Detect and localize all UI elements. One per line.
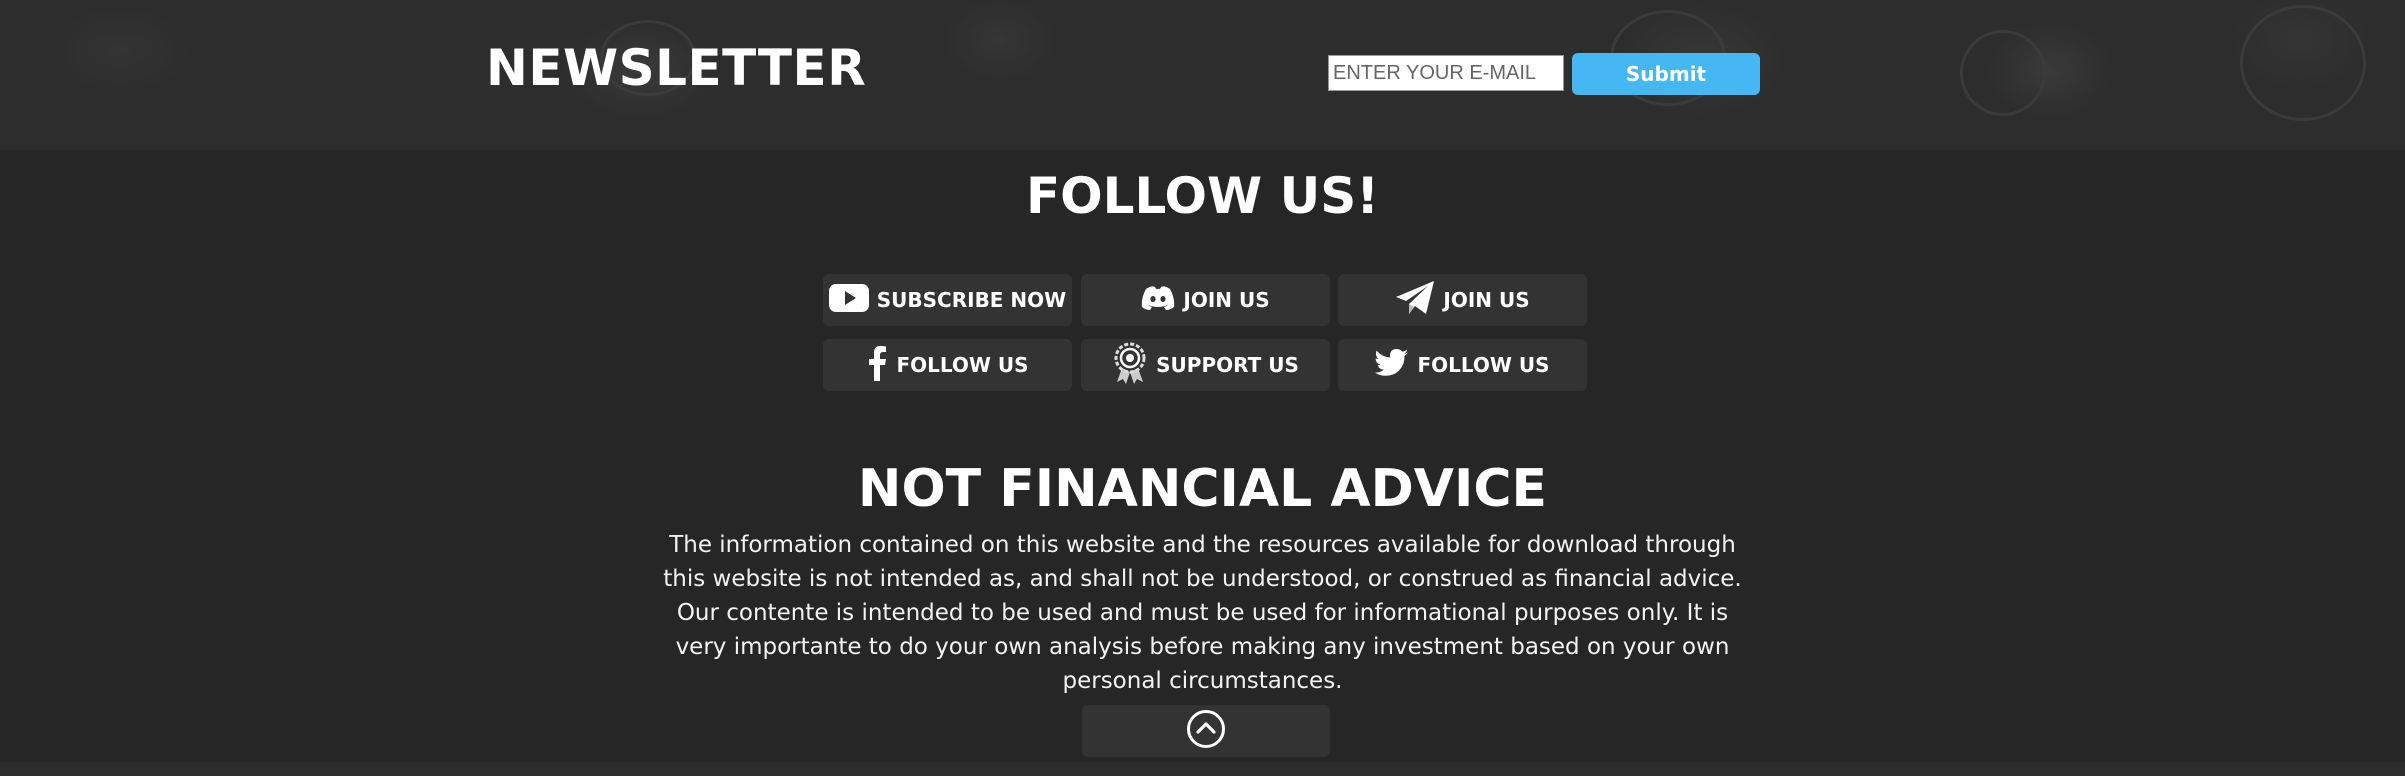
- award-badge-icon: [1112, 342, 1148, 389]
- disclaimer-text: The information contained on this websit…: [663, 532, 1742, 694]
- twitter-icon: [1375, 348, 1409, 382]
- disclaimer-title: NOT FINANCIAL ADVICE: [857, 459, 1548, 519]
- email-input[interactable]: [1328, 55, 1564, 91]
- scroll-to-top-button[interactable]: [1082, 705, 1330, 757]
- telegram-icon: [1395, 280, 1435, 321]
- facebook-button-label: FOLLOW US: [896, 353, 1029, 377]
- newsletter-section: [0, 0, 2405, 150]
- discord-button-label: JOIN US: [1183, 288, 1270, 312]
- chevron-up-circle-icon: [1186, 709, 1226, 753]
- facebook-icon: [866, 345, 888, 386]
- submit-button[interactable]: Submit: [1572, 53, 1760, 95]
- footer-edge: [0, 762, 2405, 776]
- support-button[interactable]: SUPPORT US: [1081, 339, 1330, 391]
- background-doodle: [2240, 5, 2366, 121]
- twitter-button-label: FOLLOW US: [1417, 353, 1550, 377]
- telegram-join-button[interactable]: JOIN US: [1338, 274, 1587, 326]
- facebook-follow-button[interactable]: FOLLOW US: [823, 339, 1072, 391]
- discord-icon: [1141, 285, 1175, 316]
- background-doodle: [1960, 30, 2046, 116]
- youtube-icon: [828, 283, 869, 318]
- youtube-button-label: SUBSCRIBE NOW: [876, 288, 1067, 312]
- follow-title: FOLLOW US!: [1025, 167, 1380, 225]
- support-button-label: SUPPORT US: [1156, 353, 1299, 377]
- twitter-follow-button[interactable]: FOLLOW US: [1338, 339, 1587, 391]
- newsletter-title: NEWSLETTER: [486, 39, 867, 97]
- discord-join-button[interactable]: JOIN US: [1081, 274, 1330, 326]
- youtube-subscribe-button[interactable]: SUBSCRIBE NOW: [823, 274, 1072, 326]
- telegram-button-label: JOIN US: [1443, 288, 1530, 312]
